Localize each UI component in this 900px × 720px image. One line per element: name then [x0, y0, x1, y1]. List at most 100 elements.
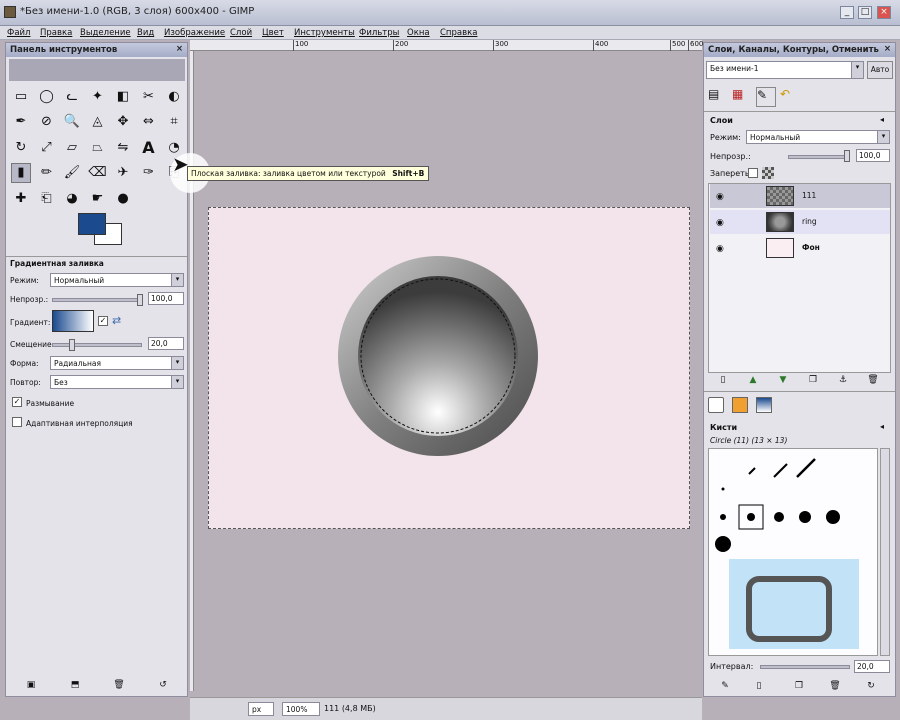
layer-row[interactable]: ◉ Фон	[710, 236, 890, 260]
zoom-tool-icon[interactable]: 🔍	[62, 112, 82, 132]
flip-tool-icon[interactable]: ⇋	[113, 137, 133, 157]
dither-checkbox[interactable]: ✓	[12, 397, 22, 407]
swap-arrows-icon[interactable]: ⇄	[112, 314, 121, 327]
opacity-spin[interactable]: 100,0	[148, 292, 184, 305]
eye-icon[interactable]: ◉	[716, 244, 724, 254]
lock-pixels-checkbox[interactable]	[748, 168, 758, 178]
layer-opacity-spin[interactable]: 100,0	[856, 149, 890, 162]
menu-filters[interactable]: Фильтры	[359, 28, 399, 38]
opacity-slider[interactable]	[52, 298, 142, 302]
channels-tab-icon[interactable]: ▦	[732, 87, 752, 107]
airbrush-tool-icon[interactable]: ✈	[113, 163, 133, 183]
horizontal-ruler[interactable]: 100 200 300 400 500 600	[190, 40, 703, 51]
dock-close-icon[interactable]: ×	[884, 44, 891, 54]
menu-select[interactable]: Выделение	[80, 28, 131, 38]
smudge-tool-icon[interactable]: ☛	[88, 188, 108, 208]
text-tool-icon[interactable]: A	[139, 137, 159, 157]
brush-scrollbar[interactable]	[880, 448, 890, 656]
undo-tab-icon[interactable]: ↶	[780, 87, 800, 107]
dodge-burn-tool-icon[interactable]: ●	[113, 188, 133, 208]
perspective-tool-icon[interactable]: ⏢	[88, 137, 108, 157]
shear-tool-icon[interactable]: ▱	[62, 137, 82, 157]
layer-mode-select[interactable]: Нормальный ▾	[746, 130, 890, 144]
new-brush-icon[interactable]: ▯	[752, 681, 766, 693]
foreground-select-tool-icon[interactable]: ◐	[164, 86, 184, 106]
image-canvas[interactable]	[208, 207, 690, 529]
brush-grid[interactable]	[708, 448, 878, 656]
crop-tool-icon[interactable]: ⌗	[164, 112, 184, 132]
patterns-tab-icon[interactable]	[732, 397, 748, 413]
color-picker-tool-icon[interactable]: ⊘	[37, 112, 57, 132]
shape-select[interactable]: Радиальная ▾	[50, 356, 184, 370]
mode-select[interactable]: Нормальный ▾	[50, 273, 184, 287]
minimize-button[interactable]: _	[840, 6, 854, 19]
reverse-gradient-checkbox[interactable]: ✓	[98, 316, 108, 326]
eye-icon[interactable]: ◉	[716, 192, 724, 202]
raise-layer-icon[interactable]: ▲	[746, 375, 760, 387]
close-button[interactable]: ×	[877, 6, 891, 19]
offset-slider-handle[interactable]	[69, 339, 75, 351]
blend-tool-icon[interactable]: ▮	[11, 162, 31, 183]
opacity-slider-handle[interactable]	[137, 294, 143, 306]
new-layer-icon[interactable]: ▯	[716, 375, 730, 387]
ellipse-select-tool-icon[interactable]: ◯	[37, 86, 57, 106]
maximize-button[interactable]: □	[858, 6, 872, 19]
reset-options-icon[interactable]: ↺	[156, 680, 170, 692]
move-tool-icon[interactable]: ✥	[113, 112, 133, 132]
menu-tools[interactable]: Инструменты	[294, 28, 355, 38]
delete-layer-icon[interactable]: 🗑	[866, 375, 880, 387]
blur-tool-icon[interactable]: ◕	[62, 188, 82, 208]
spacing-slider[interactable]	[760, 665, 850, 669]
panel-menu-icon[interactable]: ◂	[880, 422, 884, 431]
delete-options-icon[interactable]: 🗑	[112, 680, 126, 692]
layers-tab-icon[interactable]: ▤	[708, 87, 728, 107]
save-options-icon[interactable]: ▣	[24, 680, 38, 692]
foreground-color-swatch[interactable]	[78, 213, 106, 235]
heal-tool-icon[interactable]: ✚	[11, 188, 31, 208]
menu-layer[interactable]: Слой	[230, 28, 252, 38]
repeat-select[interactable]: Без ▾	[50, 375, 184, 389]
scissors-select-tool-icon[interactable]: ✂	[139, 86, 159, 106]
layer-row[interactable]: ◉ 111	[710, 184, 890, 208]
delete-brush-icon[interactable]: 🗑	[828, 681, 842, 693]
brushes-tab-icon[interactable]	[708, 397, 724, 413]
refresh-brushes-icon[interactable]: ↻	[864, 681, 878, 693]
menu-colors[interactable]: Цвет	[262, 28, 284, 38]
duplicate-brush-icon[interactable]: ❐	[792, 681, 806, 693]
pencil-tool-icon[interactable]: ✏	[37, 163, 57, 183]
menu-view[interactable]: Вид	[137, 28, 154, 38]
ink-tool-icon[interactable]: ✑	[139, 163, 159, 183]
menu-file[interactable]: Файл	[7, 28, 30, 38]
spacing-spin[interactable]: 20,0	[854, 660, 890, 673]
lower-layer-icon[interactable]: ▼	[776, 375, 790, 387]
panel-menu-icon[interactable]: ◂	[880, 115, 884, 124]
align-tool-icon[interactable]: ⇔	[139, 112, 159, 132]
menu-edit[interactable]: Правка	[40, 28, 72, 38]
edit-brush-icon[interactable]: ✎	[718, 681, 732, 693]
toolbox-close-icon[interactable]: ×	[176, 44, 183, 54]
unit-select[interactable]: px	[248, 702, 274, 716]
offset-spin[interactable]: 20,0	[148, 337, 184, 350]
paths-tool-icon[interactable]: ✒	[11, 112, 31, 132]
eye-icon[interactable]: ◉	[716, 218, 724, 228]
zoom-select[interactable]: 100%	[282, 702, 320, 716]
lock-alpha-icon[interactable]	[762, 167, 774, 179]
paintbrush-tool-icon[interactable]: 🖌	[62, 163, 82, 183]
menu-help[interactable]: Справка	[440, 28, 477, 38]
free-select-tool-icon[interactable]: ᓚ	[62, 86, 82, 106]
image-select[interactable]: Без имени-1 ▾	[706, 61, 864, 79]
by-color-select-tool-icon[interactable]: ◧	[113, 86, 133, 106]
adaptive-checkbox[interactable]	[12, 417, 22, 427]
paths-tab-icon[interactable]: ✎	[756, 87, 776, 107]
measure-tool-icon[interactable]: ◬	[88, 112, 108, 132]
restore-options-icon[interactable]: ⬒	[68, 680, 82, 692]
gimp-app-icon[interactable]	[4, 6, 16, 18]
layer-row[interactable]: ◉ ring	[710, 210, 890, 234]
scale-tool-icon[interactable]: ⤢	[37, 137, 57, 157]
vertical-ruler[interactable]	[190, 51, 194, 691]
anchor-layer-icon[interactable]: ⚓	[836, 375, 850, 387]
gradients-tab-icon[interactable]	[756, 397, 772, 413]
eraser-tool-icon[interactable]: ⌫	[88, 163, 108, 183]
offset-slider[interactable]	[52, 343, 142, 347]
perspective-clone-tool-icon[interactable]: ⎗	[37, 188, 57, 208]
